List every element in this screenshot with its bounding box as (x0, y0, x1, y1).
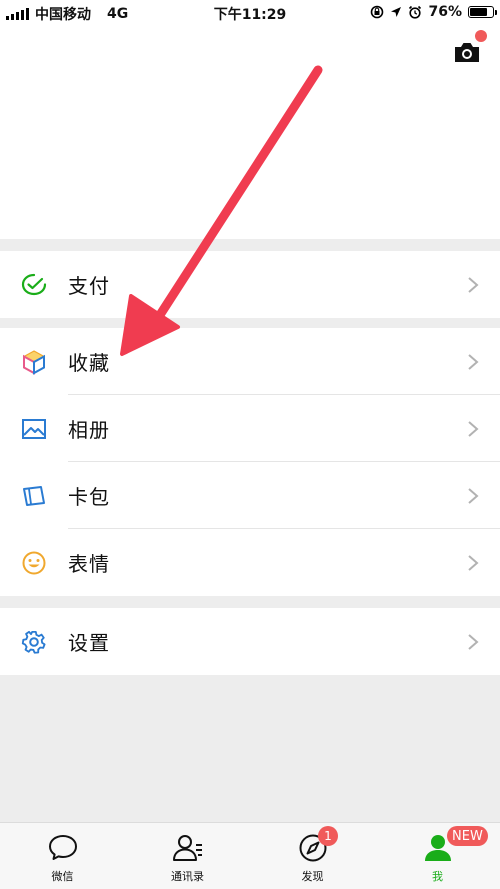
menu-group-pay: 支付 (0, 251, 500, 318)
alarm-icon (409, 5, 422, 19)
discover-badge: 1 (318, 826, 338, 846)
image-icon (22, 418, 46, 439)
wallet-icon (21, 273, 47, 295)
contacts-icon (172, 835, 202, 861)
tab-contacts-label: 通讯录 (171, 870, 204, 883)
location-icon (391, 7, 402, 17)
chat-bubble-icon (48, 835, 77, 860)
menu-item-album[interactable]: 相册 (0, 395, 500, 462)
profile-header (0, 26, 500, 239)
tab-discover-label: 发现 (301, 870, 324, 883)
menu-item-album-label: 相册 (68, 418, 110, 442)
chevron-right-icon (468, 487, 479, 504)
menu-item-pay[interactable]: 支付 (0, 251, 500, 318)
tab-chats[interactable]: 微信 (0, 823, 125, 889)
battery-fill (470, 8, 487, 16)
tab-discover[interactable]: 1 发现 (250, 823, 375, 889)
menu-group-settings: 设置 (0, 608, 500, 675)
me-badge-new: NEW (447, 826, 488, 846)
menu-item-favorites[interactable]: 收藏 (0, 328, 500, 395)
status-bar: 中国移动 4G 下午11:29 76% (0, 0, 500, 26)
menu-group-main: 收藏 相册 卡包 表情 (0, 328, 500, 596)
menu-item-stickers[interactable]: 表情 (0, 529, 500, 596)
menu-item-settings[interactable]: 设置 (0, 608, 500, 675)
chevron-right-icon (468, 420, 479, 437)
menu-item-settings-label: 设置 (68, 631, 110, 655)
menu-item-pay-label: 支付 (68, 274, 110, 298)
card-icon (23, 485, 45, 506)
menu-item-cards[interactable]: 卡包 (0, 462, 500, 529)
chevron-right-icon (468, 554, 479, 571)
tab-me-label: 我 (432, 870, 443, 883)
gear-icon (21, 630, 46, 654)
camera-icon[interactable] (453, 40, 481, 64)
tab-chats-label: 微信 (51, 870, 74, 883)
chevron-right-icon (468, 276, 479, 293)
chevron-right-icon (468, 633, 479, 650)
menu-item-favorites-label: 收藏 (68, 351, 110, 375)
menu-item-stickers-label: 表情 (68, 552, 110, 576)
status-right: 76% (370, 4, 497, 20)
battery-percent: 76% (428, 4, 462, 20)
menu-item-cards-label: 卡包 (68, 485, 110, 509)
chevron-right-icon (468, 353, 479, 370)
cube-icon (22, 349, 46, 375)
smiley-icon (22, 551, 46, 574)
tab-contacts[interactable]: 通讯录 (125, 823, 250, 889)
tab-me[interactable]: NEW 我 (375, 823, 500, 889)
battery-icon (468, 6, 497, 18)
camera-notification-dot (475, 30, 487, 42)
tab-bar: 微信 通讯录 1 发现 NEW 我 (0, 822, 500, 889)
rotation-lock-icon (371, 5, 384, 19)
